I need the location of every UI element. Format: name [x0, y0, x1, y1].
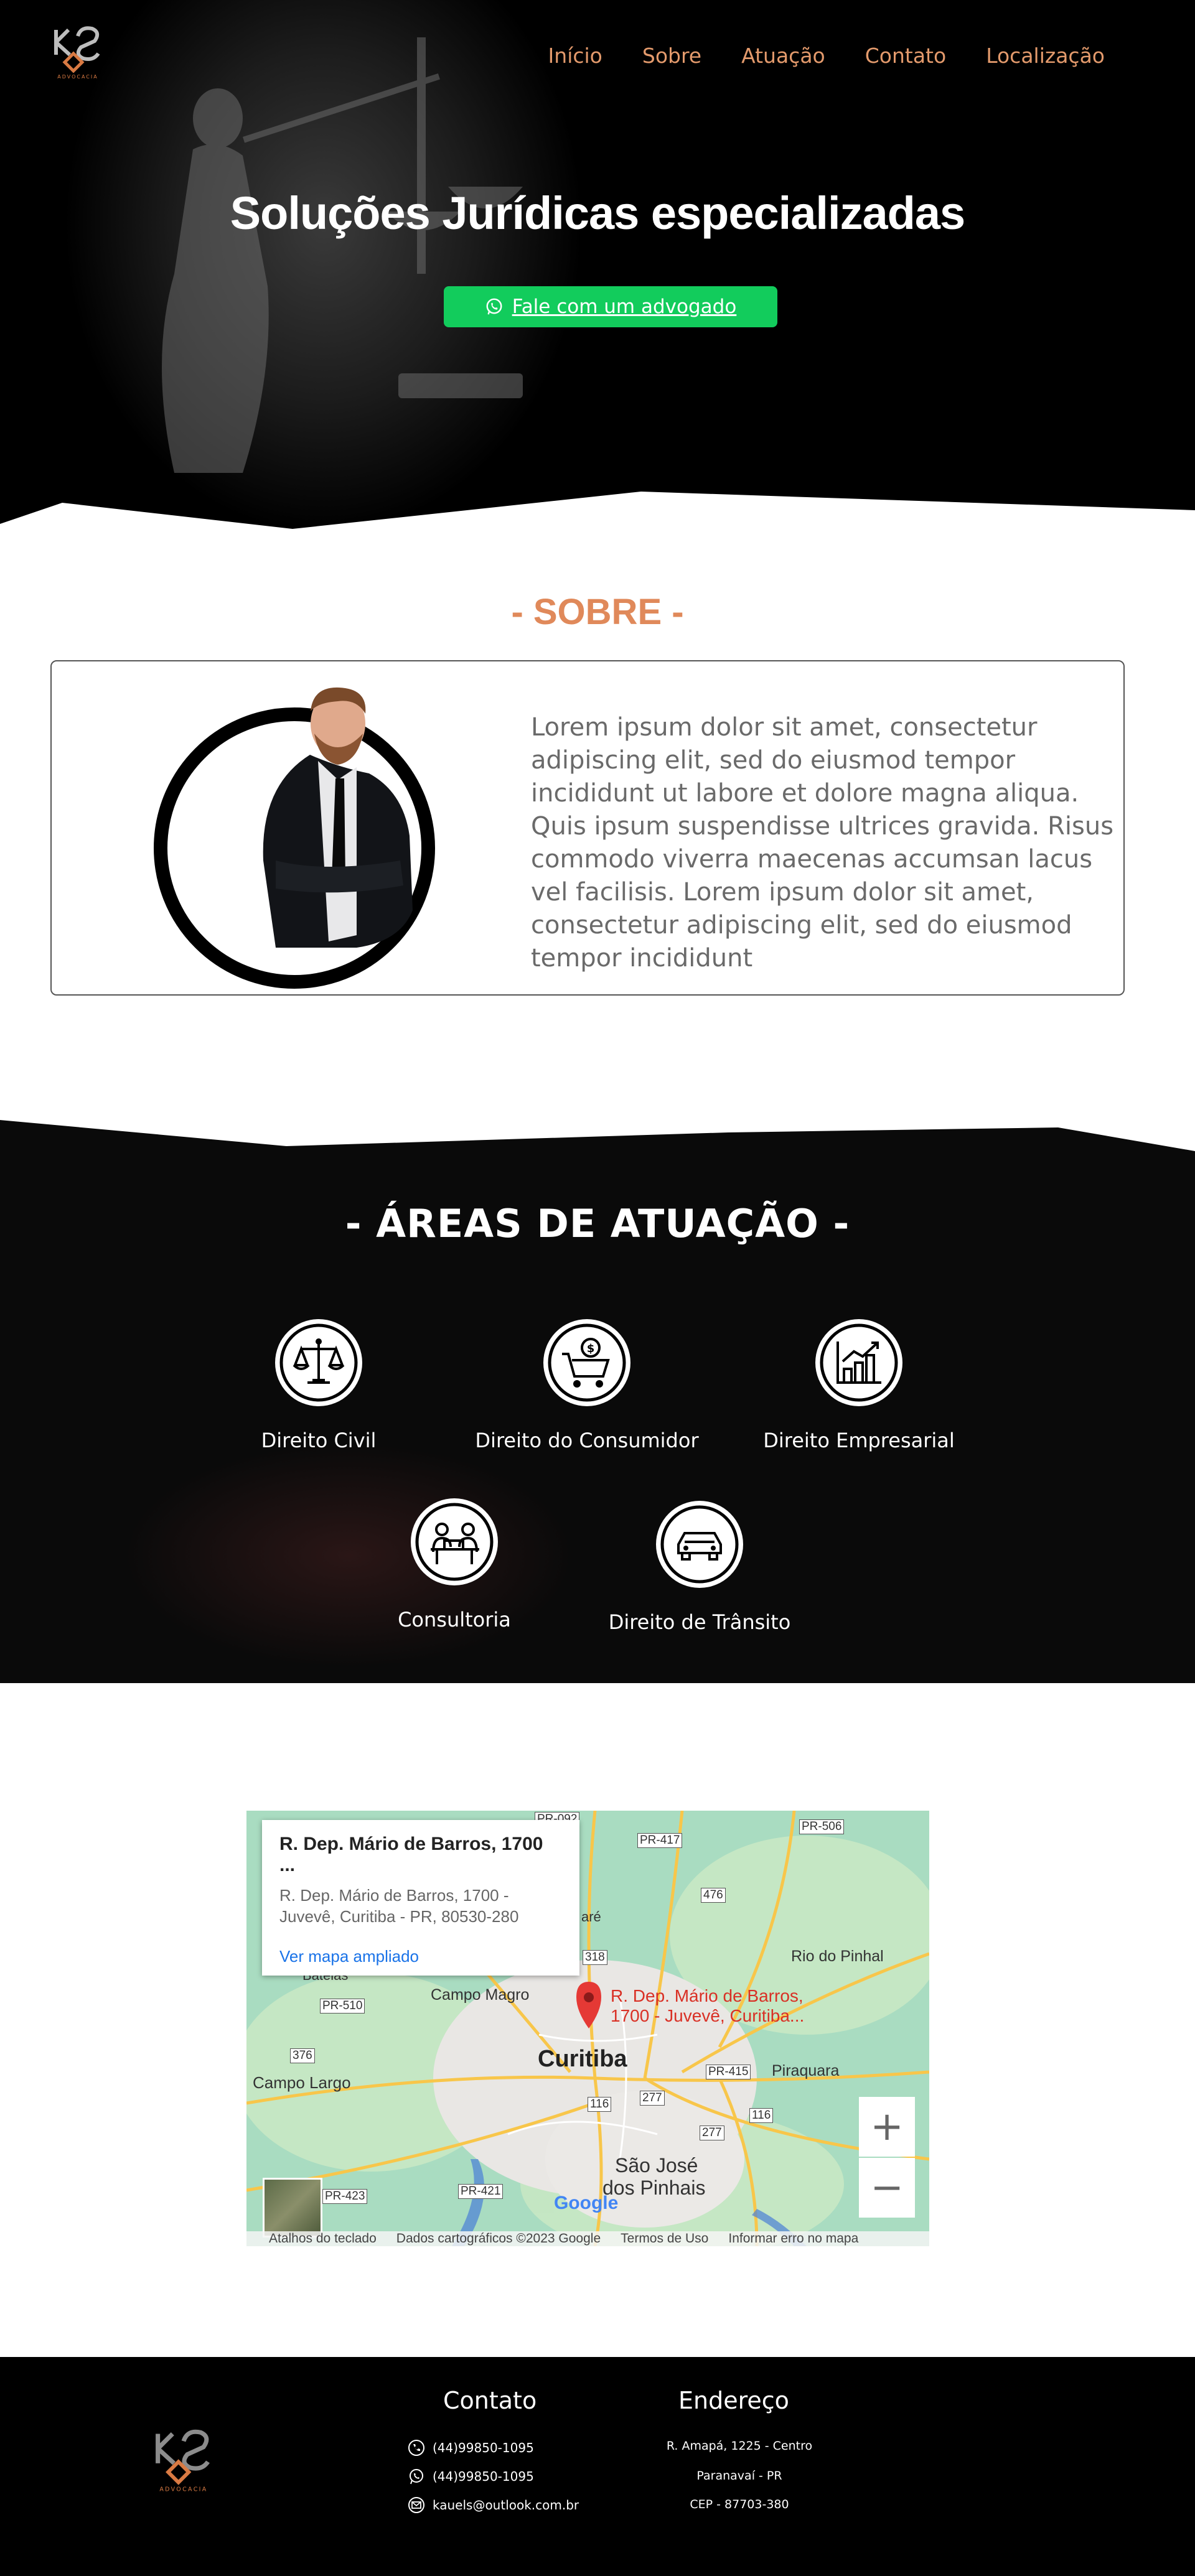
map-card-title: R. Dep. Mário de Barros, 1700 ...: [279, 1834, 543, 1875]
road-label: PR-417: [637, 1833, 683, 1848]
svg-text:ADVOCACIA: ADVOCACIA: [159, 2486, 207, 2493]
area-label: Direito Empresarial: [763, 1429, 955, 1452]
sobre-title: - SOBRE -: [511, 592, 684, 632]
area-label: Direito Civil: [261, 1429, 377, 1452]
footer-contato-title: Contato: [443, 2387, 537, 2414]
map-place-are: aré: [581, 1909, 601, 1925]
area-direito-civil[interactable]: Direito Civil: [194, 1319, 443, 1452]
logo[interactable]: ADVOCACIA: [44, 17, 112, 80]
hero-section: ADVOCACIA Início Sobre Atuação Contato L…: [0, 0, 1195, 535]
footer: ADVOCACIA Contato (44)99850-1095 (44)998…: [0, 2357, 1195, 2576]
road-label: PR-510: [320, 1999, 365, 2014]
road-label: 277: [640, 2091, 665, 2106]
map-place-curitiba: Curitiba: [538, 2046, 627, 2072]
footer-address-line-1: R. Amapá, 1225 - Centro: [666, 2439, 813, 2453]
road-label: 376: [290, 2048, 315, 2063]
area-direito-consumidor[interactable]: $ Direito do Consumidor: [462, 1319, 711, 1452]
road-label: PR-415: [706, 2065, 751, 2079]
report-error-link[interactable]: Informar erro no mapa: [728, 2231, 858, 2246]
location-map[interactable]: R. Dep. Mário de Barros, 1700 - Juvevê, …: [246, 1811, 929, 2246]
map-place-piraquara: Piraquara: [772, 2062, 840, 2079]
google-logo: Google: [554, 2193, 619, 2213]
main-nav: Início Sobre Atuação Contato Localização: [548, 44, 1105, 68]
talk-to-lawyer-button[interactable]: Fale com um advogado: [444, 286, 777, 327]
map-card-address-line-1: R. Dep. Mário de Barros, 1700 -: [279, 1886, 509, 1905]
phone-icon: [408, 2440, 424, 2456]
area-direito-empresarial[interactable]: Direito Empresarial: [734, 1319, 983, 1452]
terms-link[interactable]: Termos de Uso: [621, 2231, 708, 2246]
nav-item-contato[interactable]: Contato: [865, 44, 946, 68]
footer-endereco-title: Endereço: [678, 2387, 789, 2414]
map-place-campo-largo: Campo Largo: [253, 2073, 351, 2092]
keyboard-shortcuts-link[interactable]: Atalhos do teclado: [269, 2231, 377, 2246]
growth-chart-icon: [820, 1323, 898, 1402]
footer-logo: ADVOCACIA: [156, 2429, 210, 2493]
nav-item-localizacao[interactable]: Localização: [986, 44, 1105, 68]
area-consultoria[interactable]: Consultoria: [330, 1498, 579, 1631]
footer-email[interactable]: kauels@outlook.com.br: [408, 2496, 579, 2514]
whatsapp-icon: [410, 2469, 423, 2485]
map-card-address-line-2: Juvevê, Curitiba - PR, 80530-280: [279, 1907, 519, 1926]
areas-title: - ÁREAS DE ATUAÇÃO -: [345, 1201, 850, 1246]
area-label: Consultoria: [398, 1608, 511, 1631]
road-label: PR-421: [458, 2184, 504, 2199]
area-direito-transito[interactable]: Direito de Trânsito: [575, 1501, 824, 1634]
nav-item-sobre[interactable]: Sobre: [642, 44, 701, 68]
map-data-attribution: Dados cartográficos ©2023 Google: [396, 2231, 601, 2246]
footer-address-line-3: CEP - 87703-380: [690, 2498, 789, 2511]
view-larger-map-link[interactable]: Ver mapa ampliado: [279, 1947, 562, 1966]
map-place-campo-magro: Campo Magro: [431, 1986, 530, 2004]
lawyer-portrait: [154, 687, 435, 989]
shopping-cart-dollar-icon: $: [548, 1323, 626, 1402]
road-label: 476: [701, 1888, 726, 1903]
svg-text:$: $: [587, 1342, 595, 1355]
map-footer: Atalhos do teclado Dados cartográficos ©…: [246, 2231, 929, 2246]
cta-label: Fale com um advogado: [512, 296, 737, 318]
areas-divider: [0, 1120, 1195, 1151]
hero-title: Soluções Jurídicas especializadas: [230, 187, 965, 239]
road-label: PR-506: [799, 1819, 845, 1834]
nav-item-atuacao[interactable]: Atuação: [741, 44, 825, 68]
zoom-out-button[interactable]: −: [859, 2158, 915, 2218]
zoom-in-button[interactable]: +: [859, 2097, 915, 2157]
road-label: 318: [583, 1950, 607, 1965]
road-label: 116: [588, 2097, 612, 2112]
scales-icon: [279, 1323, 358, 1402]
road-label: 277: [700, 2126, 724, 2140]
svg-text:ADVOCACIA: ADVOCACIA: [57, 74, 98, 80]
justice-statue-image: [162, 37, 523, 473]
map-place-rio-do-pinhal: Rio do Pinhal: [791, 1948, 884, 1965]
map-info-card: R. Dep. Mário de Barros, 1700 ... R. Dep…: [262, 1820, 579, 1976]
satellite-toggle[interactable]: [263, 2178, 322, 2238]
area-label: Direito do Consumidor: [475, 1429, 699, 1452]
email-icon: [408, 2497, 424, 2513]
map-pin-label: R. Dep. Mário de Barros, 1700 - Juvevê, …: [611, 1986, 805, 2025]
footer-address-line-2: Paranavaí - PR: [696, 2469, 782, 2483]
nav-item-inicio[interactable]: Início: [548, 44, 602, 68]
road-label: 116: [749, 2108, 774, 2123]
footer-phone-2[interactable]: (44)99850-1095: [408, 2468, 534, 2485]
map-place-sao-jose: São José: [615, 2154, 698, 2177]
area-label: Direito de Trânsito: [608, 1610, 791, 1634]
sobre-card: Lorem ipsum dolor sit amet, consectetur …: [50, 660, 1125, 996]
road-label: PR-423: [322, 2189, 368, 2204]
car-icon: [660, 1505, 739, 1584]
consulting-desk-icon: [415, 1503, 494, 1581]
footer-phone-1[interactable]: (44)99850-1095: [408, 2439, 534, 2457]
sobre-text: Lorem ipsum dolor sit amet, consectetur …: [531, 713, 1114, 973]
hero-divider: [0, 492, 1195, 548]
whatsapp-icon: [486, 298, 502, 315]
